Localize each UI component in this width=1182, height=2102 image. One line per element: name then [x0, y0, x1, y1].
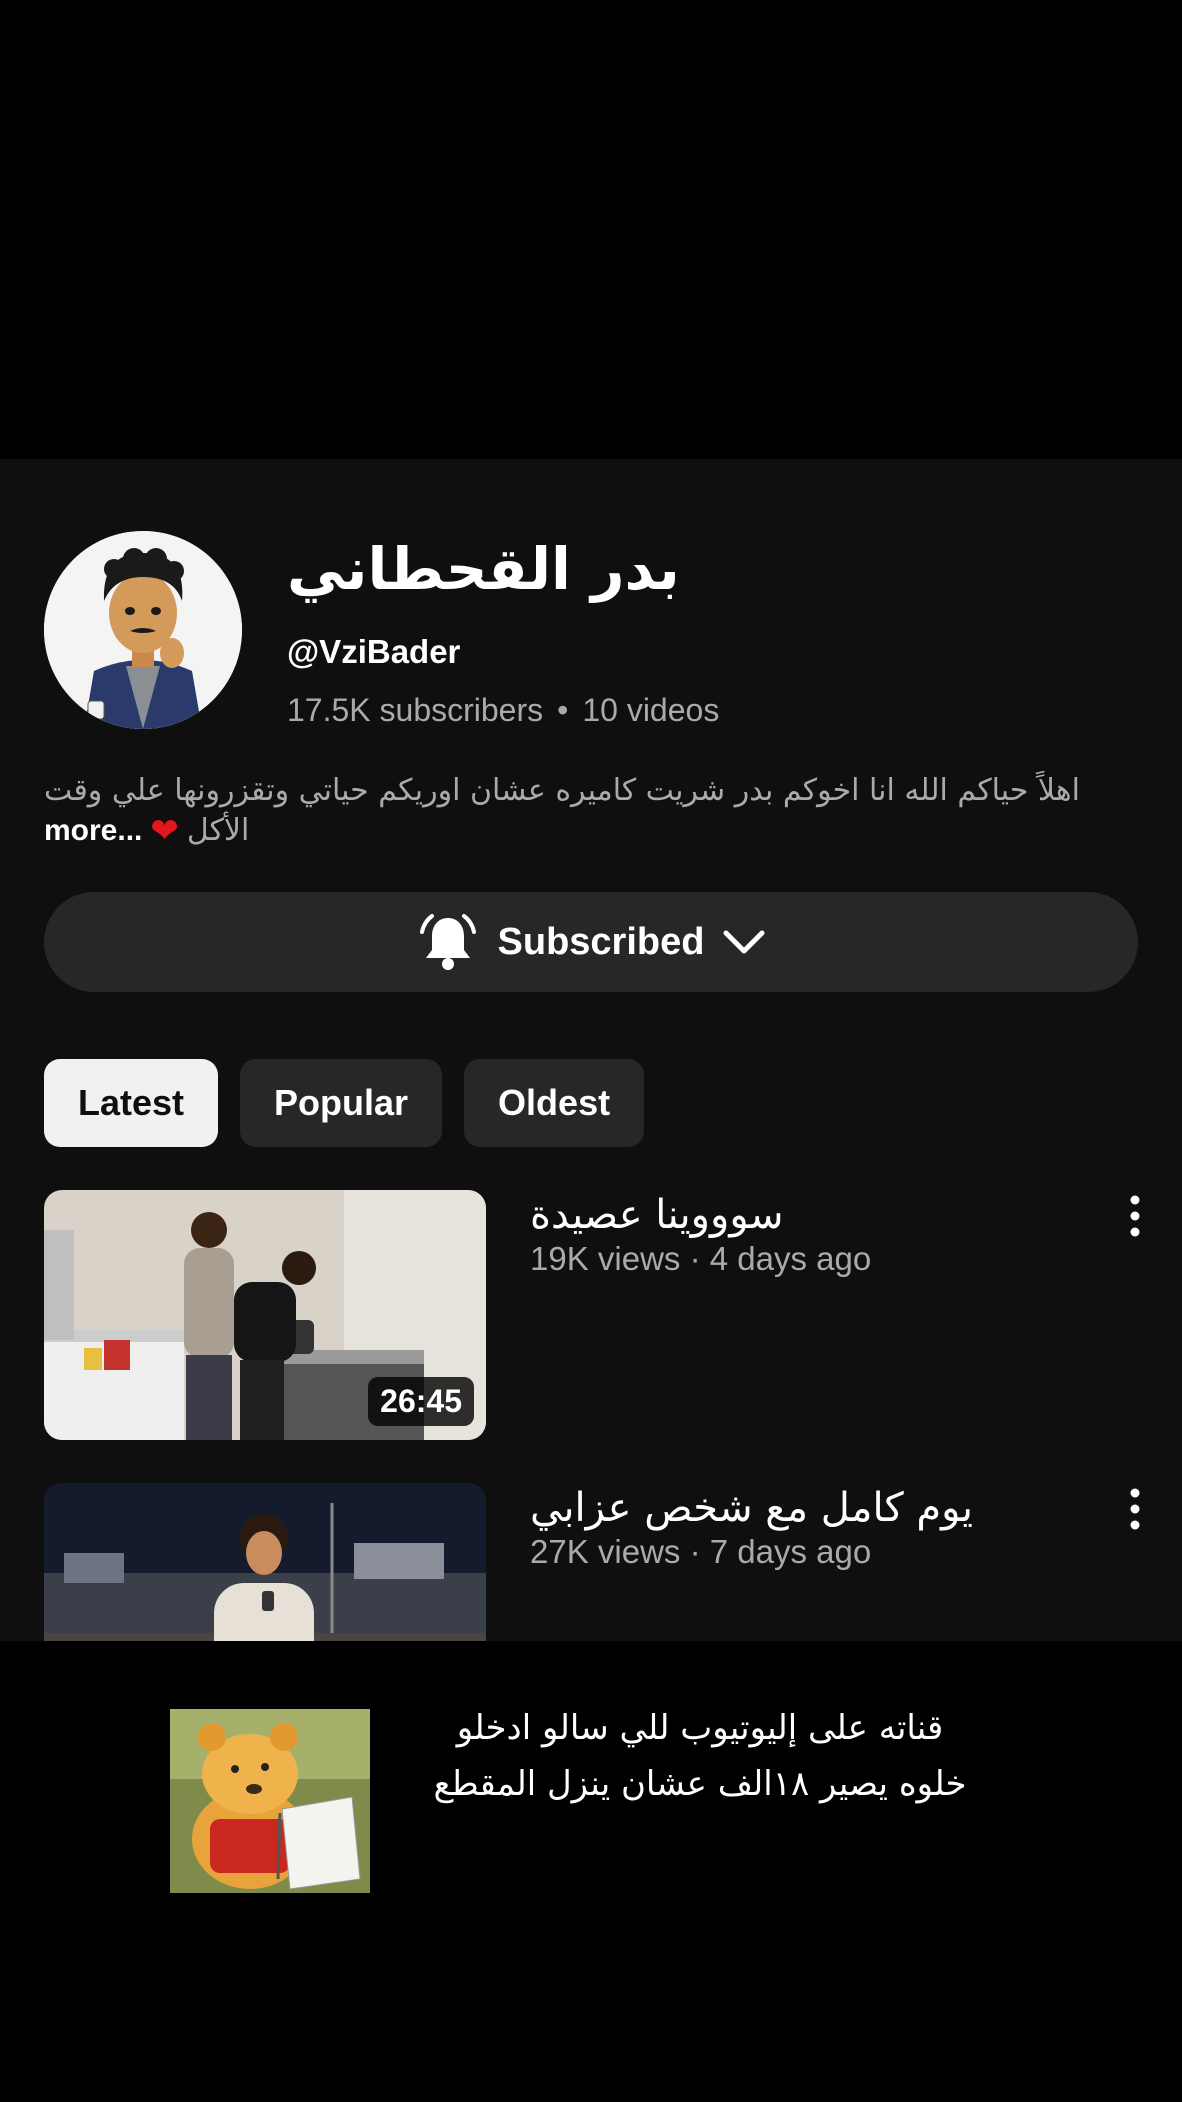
video-meta: 19K views · 4 days ago [530, 1240, 872, 1277]
video-title[interactable]: يوم كامل مع شخص عزابي [530, 1485, 973, 1531]
description-text: اهلاً حياكم الله انا اخوكم بدر شريت كامي… [44, 773, 1080, 808]
more-options-icon[interactable] [1120, 1485, 1150, 1535]
pooh-sticker-image [170, 1709, 370, 1893]
video-item[interactable]: يوم كامل مع شخص عزابي 27K views · 7 days… [44, 1483, 1144, 1641]
video-duration: 26:45 [368, 1377, 474, 1426]
channel-handle: @VziBader [287, 633, 461, 670]
filter-chips: Latest Popular Oldest [44, 1059, 645, 1147]
video-count: 10 videos [582, 692, 720, 728]
heart-emoji: ❤ [150, 811, 179, 851]
video-title[interactable]: سوووينا عصيدة [530, 1192, 784, 1238]
channel-description[interactable]: اهلاً حياكم الله انا اخوكم بدر شريت كامي… [44, 771, 1134, 851]
caption-line-1: قناته على إليوتيوب للي سالو ادخلو [456, 1708, 944, 1748]
subscribed-button[interactable]: Subscribed [44, 892, 1138, 992]
video-meta: 27K views · 7 days ago [530, 1533, 872, 1570]
bell-icon [419, 914, 476, 970]
video-thumbnail[interactable] [44, 1483, 486, 1641]
subscribed-label: Subscribed [497, 920, 705, 963]
chip-oldest[interactable]: Oldest [464, 1059, 645, 1147]
channel-name: بدر القحطاني [287, 535, 680, 603]
chip-latest[interactable]: Latest [44, 1059, 219, 1147]
chip-popular[interactable]: Popular [240, 1059, 443, 1147]
cartoon-avatar-icon [44, 531, 242, 729]
channel-stats: 17.5K subscribers • 10 videos [287, 692, 719, 729]
caption-line-2: خلوه يصير ١٨الف عشان ينزل المقطع [433, 1764, 967, 1804]
description-second-line: more... ❤ الأكل [44, 811, 1134, 851]
description-text-end: الأكل [186, 813, 250, 848]
chevron-down-icon [723, 930, 765, 954]
channel-panel: بدر القحطاني @VziBader 17.5K subscribers… [0, 459, 1182, 1641]
video-item[interactable]: 26:45 سوووينا عصيدة 19K views · 4 days a… [44, 1190, 1144, 1440]
stats-separator: • [557, 692, 569, 728]
video-thumbnail[interactable]: 26:45 [44, 1190, 486, 1440]
more-options-icon[interactable] [1120, 1192, 1150, 1242]
more-link[interactable]: more... [44, 811, 142, 851]
night-street-thumbnail-image [44, 1483, 486, 1641]
subscriber-count: 17.5K subscribers [287, 692, 544, 728]
channel-avatar[interactable] [44, 531, 242, 729]
overlay-caption: قناته على إليوتيوب للي سالو ادخلو خلوه ي… [390, 1700, 1010, 1812]
